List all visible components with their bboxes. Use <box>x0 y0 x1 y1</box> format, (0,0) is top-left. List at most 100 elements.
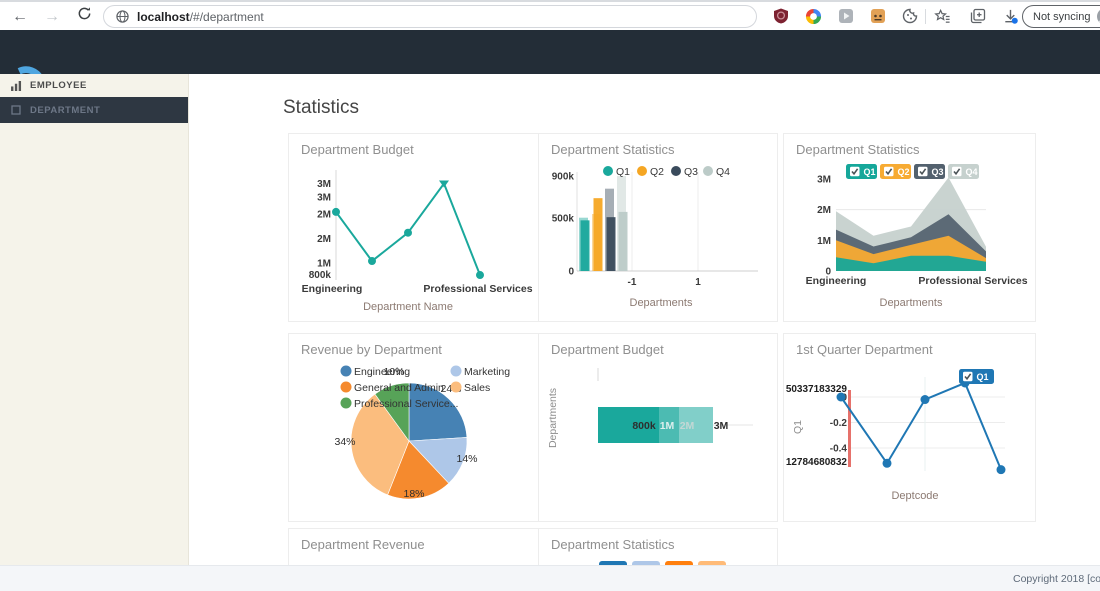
legend-q4[interactable]: Q4 <box>703 166 730 178</box>
card-title: Department Statistics <box>796 142 920 157</box>
svg-text:18%: 18% <box>403 488 424 500</box>
profile-button[interactable]: Not syncing <box>1022 5 1100 28</box>
video-extension-icon[interactable] <box>837 7 855 25</box>
card-title: Department Budget <box>301 142 414 157</box>
department-statistics-area-chart[interactable]: 3M2M1M0Q1Q2Q3Q4EngineeringProfessional S… <box>790 158 1035 318</box>
svg-text:Deptcode: Deptcode <box>891 490 938 502</box>
svg-text:Q3: Q3 <box>684 166 698 178</box>
legend-q4-button[interactable]: Q4 <box>948 164 979 179</box>
svg-text:Departments: Departments <box>880 297 943 309</box>
svg-text:12784680832: 12784680832 <box>786 457 848 468</box>
sidebar-item-employee[interactable]: EMPLOYEE <box>0 74 188 97</box>
card-title: Department Budget <box>551 342 664 357</box>
svg-text:Q2: Q2 <box>650 166 664 178</box>
svg-text:Professional Services: Professional Services <box>423 283 532 295</box>
card-title: Department Revenue <box>301 537 425 552</box>
svg-text:34%: 34% <box>334 436 355 448</box>
svg-text:Q4: Q4 <box>966 167 978 177</box>
svg-text:Sales: Sales <box>464 382 490 394</box>
legend-q2[interactable]: Q2 <box>637 166 664 178</box>
refresh-button[interactable] <box>72 5 96 29</box>
svg-text:3M: 3M <box>817 174 831 185</box>
google-extension-icon[interactable] <box>804 7 822 25</box>
refresh-icon <box>77 6 92 21</box>
robot-extension-icon[interactable] <box>869 7 887 25</box>
adblock-extension-icon[interactable] <box>772 7 790 25</box>
svg-text:Q1: Q1 <box>792 420 804 434</box>
legend-professional-service-[interactable]: Professional Service... <box>341 398 459 411</box>
svg-text:3M: 3M <box>714 420 729 432</box>
svg-text:2M: 2M <box>680 420 695 432</box>
forward-button[interactable]: → <box>40 5 64 29</box>
card-title: Department Statistics <box>551 537 675 552</box>
chart-card-department-statistics-bottom: Department Statistics <box>538 528 778 566</box>
legend-q1[interactable]: Q1 <box>603 166 630 178</box>
svg-text:Engineering: Engineering <box>302 283 363 295</box>
svg-text:Department Name: Department Name <box>363 301 453 313</box>
card-title: Department Statistics <box>551 142 675 157</box>
chart-card-department-budget-hbar: Department Budget Departments 800k 1M 2M 3M <box>538 333 778 522</box>
svg-text:Engineering: Engineering <box>806 275 867 287</box>
cookie-extension-icon[interactable] <box>901 7 919 25</box>
svg-text:General and Admin: General and Admin <box>354 382 444 394</box>
url-text: localhost/#/department <box>137 10 264 24</box>
svg-text:Departments: Departments <box>547 388 559 448</box>
legend-marketing[interactable]: Marketing <box>451 366 511 379</box>
sync-status-label: Not syncing <box>1033 11 1090 23</box>
favorites-icon[interactable] <box>933 7 951 25</box>
svg-text:0: 0 <box>568 267 574 278</box>
collections-icon[interactable] <box>969 7 987 25</box>
revenue-by-department-pie-chart[interactable]: 24%14%18%34%10%EngineeringGeneral and Ad… <box>289 358 539 518</box>
app-window: ← → localhost/#/department <box>0 0 1100 591</box>
department-statistics-bar-chart[interactable]: 900k500k0-11Q1Q2Q3Q4Departments <box>546 158 777 318</box>
svg-text:3M: 3M <box>317 179 331 190</box>
svg-text:900k: 900k <box>552 172 575 183</box>
svg-text:Q1: Q1 <box>616 166 630 178</box>
svg-text:Q4: Q4 <box>716 166 730 178</box>
address-bar[interactable]: localhost/#/department <box>103 5 757 28</box>
bar-chart-icon <box>11 81 25 91</box>
svg-text:-1: -1 <box>628 277 637 288</box>
app-header: wavemaker <box>0 30 1100 74</box>
chart-card-revenue-pie: Revenue by Department 24%14%18%34%10%Eng… <box>288 333 540 522</box>
sidebar-item-department[interactable]: DEPARTMENT <box>0 97 188 123</box>
downloads-icon[interactable] <box>1001 7 1019 25</box>
legend-engineering[interactable]: Engineering <box>341 366 411 379</box>
svg-text:Q3: Q3 <box>932 167 944 177</box>
legend-q3-button[interactable]: Q3 <box>914 164 945 179</box>
card-title: Revenue by Department <box>301 342 442 357</box>
left-nav: EMPLOYEE DEPARTMENT <box>0 74 189 565</box>
svg-text:Marketing: Marketing <box>464 366 510 378</box>
svg-text:Q1: Q1 <box>977 372 989 382</box>
chart-card-department-budget-line: Department Budget 3M3M2M2M1M800kEngineer… <box>288 133 540 322</box>
svg-text:Q1: Q1 <box>864 167 876 177</box>
square-icon <box>11 105 25 115</box>
svg-text:14%: 14% <box>456 453 477 465</box>
legend-q3[interactable]: Q3 <box>671 166 698 178</box>
svg-text:1M: 1M <box>660 420 675 432</box>
legend-general-and-admin[interactable]: General and Admin <box>341 382 445 395</box>
svg-text:2M: 2M <box>817 205 831 216</box>
app-footer: Copyright 2018 [compan <box>0 565 1100 591</box>
page-title: Statistics <box>283 97 359 119</box>
department-budget-line-chart[interactable]: 3M3M2M2M1M800kEngineeringProfessional Se… <box>288 158 534 318</box>
svg-text:800k: 800k <box>632 420 656 432</box>
chart-card-department-statistics-bars: Department Statistics 900k500k0-11Q1Q2Q3… <box>538 133 778 322</box>
legend-q1-button[interactable]: Q1 <box>846 164 877 179</box>
card-title: 1st Quarter Department <box>796 342 933 357</box>
svg-text:50337183329: 50337183329 <box>786 384 848 395</box>
sidebar-item-label: EMPLOYEE <box>30 80 87 91</box>
legend-q2-button[interactable]: Q2 <box>880 164 911 179</box>
department-budget-hbar-chart[interactable]: Departments 800k 1M 2M 3M <box>546 358 777 518</box>
chart-card-department-statistics-area: Department Statistics 3M2M1M0Q1Q2Q3Q4Eng… <box>783 133 1036 322</box>
svg-text:2M: 2M <box>317 234 331 245</box>
back-button[interactable]: ← <box>8 5 32 29</box>
legend-q1-button[interactable]: Q1 <box>959 369 994 384</box>
sidebar-item-label: DEPARTMENT <box>30 105 100 116</box>
svg-text:1M: 1M <box>817 236 831 247</box>
legend-sales[interactable]: Sales <box>451 382 491 395</box>
svg-text:3M: 3M <box>317 192 331 203</box>
first-quarter-department-line-chart[interactable]: 0-0.2-0.45033718332912784680832Q1Q1Deptc… <box>790 359 1035 519</box>
svg-text:Professional Services: Professional Services <box>918 275 1027 287</box>
svg-text:800k: 800k <box>309 270 332 281</box>
